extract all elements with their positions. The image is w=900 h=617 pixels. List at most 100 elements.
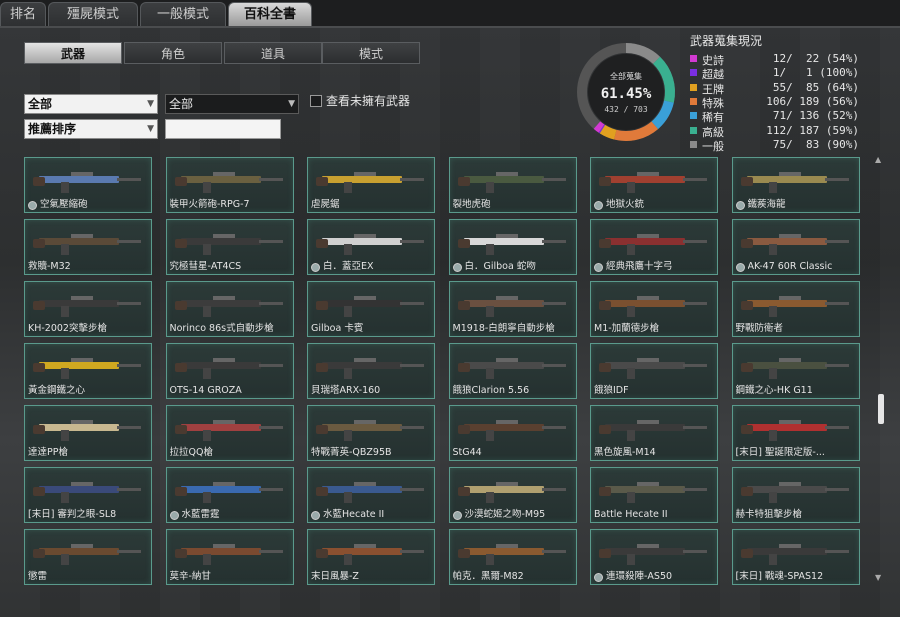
sort-dropdown[interactable]: 推薦排序 ▼: [24, 119, 158, 139]
weapon-card[interactable]: 餓狼Clarion 5.56: [448, 343, 577, 399]
weapon-name: 莫辛-納甘: [169, 571, 211, 582]
weapon-card[interactable]: KH-2002突擊步槍: [24, 281, 152, 337]
tab-normal-mode[interactable]: 一般模式: [140, 2, 226, 26]
weapon-card[interactable]: 裂地虎砲: [448, 157, 577, 213]
weapon-icon: [599, 544, 707, 565]
weapon-card[interactable]: 白．Gilboa 蛇吻: [448, 219, 577, 275]
weapon-card[interactable]: 究極彗星-AT4CS: [165, 219, 294, 275]
weapon-card[interactable]: 帕克．黑爾-M82: [448, 529, 577, 585]
subtab-characters[interactable]: 角色: [124, 42, 222, 64]
weapon-name: AK-47 60R Classic: [747, 261, 833, 272]
weapon-icon: [174, 358, 283, 379]
tab-zombie-mode[interactable]: 殭屍模式: [48, 2, 138, 26]
weapon-card[interactable]: 沙漠蛇姬之吻-M95: [448, 467, 577, 523]
category-dropdown-2[interactable]: 全部 ▼: [165, 94, 299, 114]
weapon-name: 拉拉QQ槍: [169, 447, 213, 458]
chevron-down-icon: ▼: [147, 124, 154, 134]
scrollbar-thumb[interactable]: [878, 394, 884, 424]
subtab-modes[interactable]: 模式: [322, 42, 420, 64]
search-input[interactable]: [165, 119, 281, 139]
scrollbar-track[interactable]: [876, 160, 884, 580]
weapon-card[interactable]: M1-加蘭德步槍: [590, 281, 718, 337]
weapon-card[interactable]: 赫卡特狙擊步槍: [731, 467, 860, 523]
weapon-card[interactable]: 虐屍鋸: [307, 157, 435, 213]
gear-icon: [452, 263, 462, 272]
weapon-card[interactable]: 救贖-M32: [24, 219, 152, 275]
weapon-card[interactable]: 末日風暴-Z: [307, 529, 435, 585]
weapon-card[interactable]: Norinco 86s式自動步槍: [165, 281, 294, 337]
scroll-down-icon[interactable]: ▼: [875, 573, 881, 582]
weapon-card[interactable]: 達達PP槍: [24, 405, 152, 461]
weapon-icon: [740, 172, 849, 193]
weapon-card[interactable]: StG44: [448, 405, 577, 461]
chevron-down-icon: ▼: [288, 99, 295, 109]
unowned-checkbox[interactable]: [310, 95, 322, 107]
weapon-icon: [174, 296, 283, 317]
weapon-card[interactable]: [末日] 聖誕限定版-...: [731, 405, 860, 461]
tab-encyclopedia[interactable]: 百科全書: [228, 2, 312, 26]
weapon-card[interactable]: Battle Hecate II: [590, 467, 718, 523]
weapon-icon: [174, 172, 283, 193]
weapon-name: 裂地虎砲: [452, 199, 491, 210]
weapon-icon: [740, 420, 849, 441]
weapon-card[interactable]: 鋼鐵之心-HK G11: [731, 343, 860, 399]
weapon-card[interactable]: AK-47 60R Classic: [731, 219, 860, 275]
weapon-icon: [599, 234, 707, 255]
weapon-icon: [316, 172, 424, 193]
gear-icon: [311, 263, 320, 272]
weapon-card[interactable]: 黃金鋼鐵之心: [24, 343, 152, 399]
weapon-card[interactable]: 白．蓋亞EX: [307, 219, 435, 275]
rarity-name: 一般: [702, 139, 724, 153]
weapon-name: Battle Hecate II: [594, 509, 668, 520]
weapon-icon: [174, 482, 283, 503]
weapon-card[interactable]: 地獄火銃: [590, 157, 718, 213]
subtab-items[interactable]: 道具: [224, 42, 322, 64]
weapon-grid: 空氣壓縮砲 裝甲火箭砲-RPG-7 虐屍鋸 裂地虎砲 地獄火銃 鐵蒺海龍救贖-M32 究極彗…: [24, 157, 864, 587]
weapon-name: [末日] 聖誕限定版-...: [735, 447, 825, 458]
weapon-name: StG44: [452, 447, 482, 458]
tab-ranking[interactable]: 排名: [0, 2, 46, 26]
weapon-card[interactable]: 連環殺陣-AS50: [590, 529, 718, 585]
weapon-card[interactable]: M1918-白朗寧自動步槍: [448, 281, 577, 337]
weapon-card[interactable]: 拉拉QQ槍: [165, 405, 294, 461]
weapon-card[interactable]: 莫辛-納甘: [165, 529, 294, 585]
donut-segment: [593, 121, 605, 133]
weapon-icon: [740, 234, 849, 255]
weapon-icon: [316, 420, 424, 441]
weapon-card[interactable]: 懲雷: [24, 529, 152, 585]
weapon-icon: [457, 420, 566, 441]
weapon-card[interactable]: 水藍雷霆: [165, 467, 294, 523]
weapon-card[interactable]: 裝甲火箭砲-RPG-7: [165, 157, 294, 213]
weapon-card[interactable]: 野戰防衛者: [731, 281, 860, 337]
weapon-card[interactable]: 水藍Hecate II: [307, 467, 435, 523]
weapon-name: Gilboa 卡賓: [311, 323, 364, 334]
weapon-card[interactable]: 特戰菁英-QBZ95B: [307, 405, 435, 461]
weapon-icon: [457, 482, 566, 503]
weapon-card[interactable]: [末日] 審判之眼-SL8: [24, 467, 152, 523]
weapon-name: 貝瑞塔ARX-160: [311, 385, 381, 396]
weapon-card[interactable]: 空氣壓縮砲: [24, 157, 152, 213]
category-dropdown-1[interactable]: 全部 ▼: [24, 94, 158, 114]
weapon-card[interactable]: 鐵蒺海龍: [731, 157, 860, 213]
weapon-icon: [457, 172, 566, 193]
weapon-card[interactable]: Gilboa 卡賓: [307, 281, 435, 337]
weapon-icon: [599, 420, 707, 441]
collection-donut: 全部蒐集 61.45% 432 / 703: [577, 43, 675, 141]
weapon-card[interactable]: 經典飛鷹十字弓: [590, 219, 718, 275]
weapon-card[interactable]: 黑色旋風-M14: [590, 405, 718, 461]
weapon-icon: [174, 544, 283, 565]
weapon-name: 達達PP槍: [28, 447, 68, 458]
weapon-icon: [316, 482, 424, 503]
weapon-name: 赫卡特狙擊步槍: [735, 509, 803, 520]
weapon-card[interactable]: OTS-14 GROZA: [165, 343, 294, 399]
unowned-checkbox-label: 查看未擁有武器: [326, 94, 411, 108]
rarity-value: 75/ 83 (90%): [766, 137, 859, 151]
weapon-card[interactable]: [末日] 戰魂-SPAS12: [731, 529, 860, 585]
weapon-card[interactable]: 餓狼IDF: [590, 343, 718, 399]
subtab-weapons[interactable]: 武器: [24, 42, 122, 64]
gear-icon: [735, 201, 745, 210]
weapon-name: Norinco 86s式自動步槍: [169, 323, 274, 334]
weapon-name: 救贖-M32: [28, 261, 71, 272]
weapon-card[interactable]: 貝瑞塔ARX-160: [307, 343, 435, 399]
weapon-name: [末日] 戰魂-SPAS12: [735, 571, 824, 582]
